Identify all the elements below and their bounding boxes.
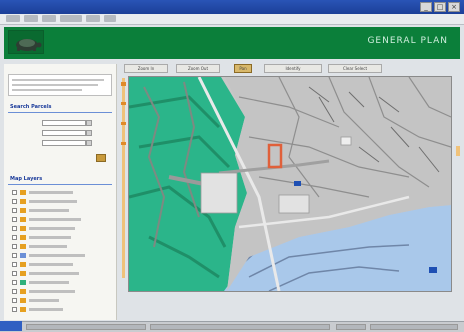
layer-swatch-icon <box>20 199 26 204</box>
layer-swatch-icon <box>20 289 26 294</box>
maximize-icon[interactable]: □ <box>434 2 446 12</box>
tab-zoom-out[interactable]: Zoom Out <box>176 64 220 73</box>
map-canvas[interactable] <box>128 76 452 292</box>
layer-checkbox[interactable] <box>12 280 17 285</box>
layer-label <box>29 227 75 230</box>
intro-text-box <box>8 74 112 96</box>
layer-swatch-icon <box>20 190 26 195</box>
layer-swatch-icon <box>20 226 26 231</box>
layer-swatch-icon <box>20 235 26 240</box>
layer-checkbox[interactable] <box>12 253 17 258</box>
layer-checkbox[interactable] <box>12 226 17 231</box>
tab-zoom-in[interactable]: Zoom In <box>124 64 168 73</box>
layer-label <box>29 299 59 302</box>
layer-checkbox[interactable] <box>12 217 17 222</box>
layer-label <box>29 281 69 284</box>
tab-pan[interactable]: Pan <box>234 64 252 73</box>
layer-checkbox[interactable] <box>12 190 17 195</box>
tab-identify[interactable]: Identify <box>264 64 322 73</box>
layer-swatch-icon <box>20 307 26 312</box>
search-section-heading: Search Parcels <box>10 104 52 110</box>
search-input[interactable] <box>42 140 86 146</box>
layer-label <box>29 308 63 311</box>
layer-swatch-icon <box>20 298 26 303</box>
zoom-scale-bar[interactable] <box>121 78 126 278</box>
layer-swatch-icon <box>20 262 26 267</box>
status-bar <box>0 321 464 332</box>
map-toolbar: Zoom In Zoom Out Pan Identify Clear Sele… <box>124 64 424 74</box>
close-icon[interactable]: × <box>448 2 460 12</box>
layer-swatch-icon <box>20 208 26 213</box>
search-input[interactable] <box>42 120 86 126</box>
layer-checkbox[interactable] <box>12 244 17 249</box>
menu-tools[interactable] <box>86 15 100 22</box>
turtle-logo-icon <box>8 30 44 54</box>
layer-label <box>29 245 67 248</box>
chevron-down-icon[interactable] <box>86 140 92 146</box>
layer-swatch-icon <box>20 280 26 285</box>
search-go-button[interactable] <box>96 154 106 162</box>
layer-label <box>29 209 69 212</box>
status-segment <box>336 324 366 330</box>
layer-swatch-icon <box>20 244 26 249</box>
layer-label <box>29 254 85 257</box>
search-input[interactable] <box>42 130 86 136</box>
layer-label <box>29 290 75 293</box>
menu-file[interactable] <box>6 15 20 22</box>
layer-checkbox[interactable] <box>12 307 17 312</box>
status-segment <box>26 324 146 330</box>
layer-checkbox[interactable] <box>12 298 17 303</box>
layer-label <box>29 218 81 221</box>
menu-favorites[interactable] <box>60 15 82 22</box>
layer-checkbox[interactable] <box>12 262 17 267</box>
status-segment <box>150 324 330 330</box>
menu-bar <box>0 14 464 25</box>
layer-label <box>29 263 73 266</box>
layer-checkbox[interactable] <box>12 271 17 276</box>
map-caption <box>200 294 350 300</box>
chevron-down-icon[interactable] <box>86 130 92 136</box>
layer-label <box>29 191 73 194</box>
tab-clear-select[interactable]: Clear Select <box>328 64 382 73</box>
minimize-icon[interactable]: _ <box>420 2 432 12</box>
layer-label <box>29 236 71 239</box>
title-bar: _ □ × <box>0 0 464 14</box>
layer-checkbox[interactable] <box>12 208 17 213</box>
browser-window: _ □ × GENERAL PLAN Search Parcels Map La… <box>0 0 464 332</box>
chevron-down-icon[interactable] <box>86 120 92 126</box>
layer-label <box>29 200 77 203</box>
site-brand: GENERAL PLAN <box>367 36 448 46</box>
status-segment <box>370 324 458 330</box>
layer-checkbox[interactable] <box>12 289 17 294</box>
layer-swatch-icon <box>20 217 26 222</box>
start-button[interactable] <box>0 321 22 331</box>
layer-swatch-icon <box>20 253 26 258</box>
layer-label <box>29 272 79 275</box>
menu-view[interactable] <box>42 15 56 22</box>
layer-swatch-icon <box>20 271 26 276</box>
site-header: GENERAL PLAN <box>4 27 460 59</box>
layers-section-heading: Map Layers <box>10 176 43 182</box>
pan-right-handle[interactable] <box>454 76 460 292</box>
layer-checkbox[interactable] <box>12 235 17 240</box>
left-panel: Search Parcels Map Layers <box>4 64 117 320</box>
layer-checkbox[interactable] <box>12 199 17 204</box>
menu-help[interactable] <box>104 15 116 22</box>
menu-edit[interactable] <box>24 15 38 22</box>
